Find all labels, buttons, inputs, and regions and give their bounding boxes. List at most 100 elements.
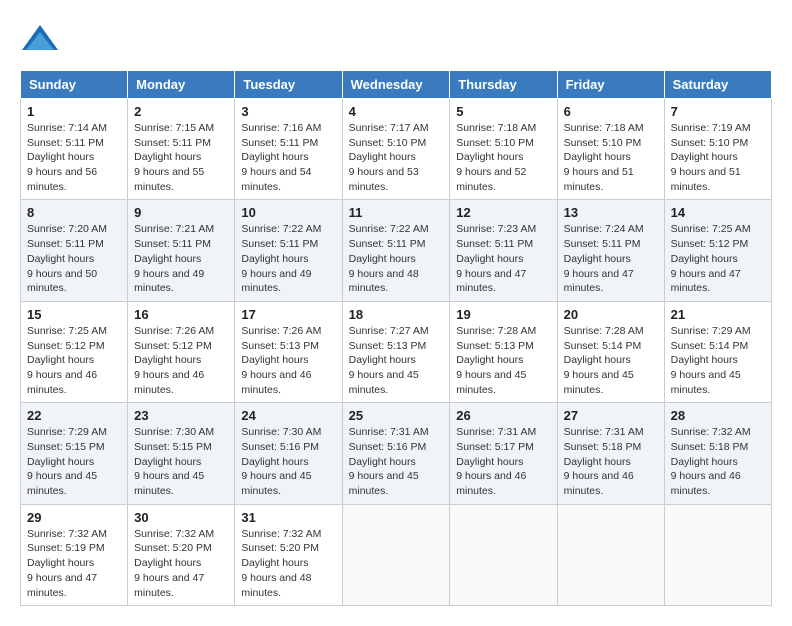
calendar-cell: 7 Sunrise: 7:19 AM Sunset: 5:10 PM Dayli…: [664, 99, 771, 200]
day-info: Sunrise: 7:18 AM Sunset: 5:10 PM Dayligh…: [564, 121, 658, 194]
calendar-cell: 23 Sunrise: 7:30 AM Sunset: 5:15 PM Dayl…: [128, 403, 235, 504]
day-number: 28: [671, 408, 765, 423]
day-info: Sunrise: 7:30 AM Sunset: 5:15 PM Dayligh…: [134, 425, 228, 498]
calendar-cell: 21 Sunrise: 7:29 AM Sunset: 5:14 PM Dayl…: [664, 301, 771, 402]
day-number: 10: [241, 205, 335, 220]
calendar-cell: 16 Sunrise: 7:26 AM Sunset: 5:12 PM Dayl…: [128, 301, 235, 402]
calendar-week-row: 8 Sunrise: 7:20 AM Sunset: 5:11 PM Dayli…: [21, 200, 772, 301]
day-info: Sunrise: 7:32 AM Sunset: 5:19 PM Dayligh…: [27, 527, 121, 600]
weekday-header-tuesday: Tuesday: [235, 71, 342, 99]
day-info: Sunrise: 7:28 AM Sunset: 5:14 PM Dayligh…: [564, 324, 658, 397]
calendar-week-row: 29 Sunrise: 7:32 AM Sunset: 5:19 PM Dayl…: [21, 504, 772, 605]
day-number: 16: [134, 307, 228, 322]
calendar-cell: 12 Sunrise: 7:23 AM Sunset: 5:11 PM Dayl…: [450, 200, 557, 301]
calendar-cell: 24 Sunrise: 7:30 AM Sunset: 5:16 PM Dayl…: [235, 403, 342, 504]
day-number: 24: [241, 408, 335, 423]
calendar-cell: [450, 504, 557, 605]
calendar-cell: 11 Sunrise: 7:22 AM Sunset: 5:11 PM Dayl…: [342, 200, 450, 301]
calendar-cell: 13 Sunrise: 7:24 AM Sunset: 5:11 PM Dayl…: [557, 200, 664, 301]
day-info: Sunrise: 7:19 AM Sunset: 5:10 PM Dayligh…: [671, 121, 765, 194]
calendar-cell: 22 Sunrise: 7:29 AM Sunset: 5:15 PM Dayl…: [21, 403, 128, 504]
calendar-week-row: 1 Sunrise: 7:14 AM Sunset: 5:11 PM Dayli…: [21, 99, 772, 200]
calendar-cell: 10 Sunrise: 7:22 AM Sunset: 5:11 PM Dayl…: [235, 200, 342, 301]
day-number: 8: [27, 205, 121, 220]
day-number: 22: [27, 408, 121, 423]
calendar-cell: 6 Sunrise: 7:18 AM Sunset: 5:10 PM Dayli…: [557, 99, 664, 200]
weekday-header-thursday: Thursday: [450, 71, 557, 99]
calendar-cell: [664, 504, 771, 605]
day-number: 18: [349, 307, 444, 322]
day-info: Sunrise: 7:31 AM Sunset: 5:18 PM Dayligh…: [564, 425, 658, 498]
weekday-header-wednesday: Wednesday: [342, 71, 450, 99]
day-info: Sunrise: 7:29 AM Sunset: 5:14 PM Dayligh…: [671, 324, 765, 397]
calendar-cell: 28 Sunrise: 7:32 AM Sunset: 5:18 PM Dayl…: [664, 403, 771, 504]
day-number: 2: [134, 104, 228, 119]
day-info: Sunrise: 7:22 AM Sunset: 5:11 PM Dayligh…: [349, 222, 444, 295]
calendar-cell: 20 Sunrise: 7:28 AM Sunset: 5:14 PM Dayl…: [557, 301, 664, 402]
calendar-cell: 1 Sunrise: 7:14 AM Sunset: 5:11 PM Dayli…: [21, 99, 128, 200]
day-number: 26: [456, 408, 550, 423]
calendar-cell: 17 Sunrise: 7:26 AM Sunset: 5:13 PM Dayl…: [235, 301, 342, 402]
weekday-header-monday: Monday: [128, 71, 235, 99]
calendar-cell: 3 Sunrise: 7:16 AM Sunset: 5:11 PM Dayli…: [235, 99, 342, 200]
weekday-header-friday: Friday: [557, 71, 664, 99]
calendar-cell: 9 Sunrise: 7:21 AM Sunset: 5:11 PM Dayli…: [128, 200, 235, 301]
day-number: 20: [564, 307, 658, 322]
calendar-week-row: 15 Sunrise: 7:25 AM Sunset: 5:12 PM Dayl…: [21, 301, 772, 402]
calendar-cell: 18 Sunrise: 7:27 AM Sunset: 5:13 PM Dayl…: [342, 301, 450, 402]
day-number: 3: [241, 104, 335, 119]
day-number: 21: [671, 307, 765, 322]
calendar-cell: 25 Sunrise: 7:31 AM Sunset: 5:16 PM Dayl…: [342, 403, 450, 504]
day-info: Sunrise: 7:31 AM Sunset: 5:16 PM Dayligh…: [349, 425, 444, 498]
day-number: 7: [671, 104, 765, 119]
calendar-cell: 14 Sunrise: 7:25 AM Sunset: 5:12 PM Dayl…: [664, 200, 771, 301]
day-info: Sunrise: 7:17 AM Sunset: 5:10 PM Dayligh…: [349, 121, 444, 194]
calendar-cell: 19 Sunrise: 7:28 AM Sunset: 5:13 PM Dayl…: [450, 301, 557, 402]
calendar-cell: 26 Sunrise: 7:31 AM Sunset: 5:17 PM Dayl…: [450, 403, 557, 504]
day-number: 14: [671, 205, 765, 220]
day-number: 19: [456, 307, 550, 322]
day-number: 9: [134, 205, 228, 220]
day-info: Sunrise: 7:32 AM Sunset: 5:18 PM Dayligh…: [671, 425, 765, 498]
day-info: Sunrise: 7:18 AM Sunset: 5:10 PM Dayligh…: [456, 121, 550, 194]
day-number: 31: [241, 510, 335, 525]
day-info: Sunrise: 7:26 AM Sunset: 5:13 PM Dayligh…: [241, 324, 335, 397]
calendar-cell: 29 Sunrise: 7:32 AM Sunset: 5:19 PM Dayl…: [21, 504, 128, 605]
day-number: 5: [456, 104, 550, 119]
day-info: Sunrise: 7:25 AM Sunset: 5:12 PM Dayligh…: [671, 222, 765, 295]
weekday-header-sunday: Sunday: [21, 71, 128, 99]
day-info: Sunrise: 7:22 AM Sunset: 5:11 PM Dayligh…: [241, 222, 335, 295]
page-header: [20, 20, 772, 60]
day-info: Sunrise: 7:23 AM Sunset: 5:11 PM Dayligh…: [456, 222, 550, 295]
day-number: 15: [27, 307, 121, 322]
day-info: Sunrise: 7:26 AM Sunset: 5:12 PM Dayligh…: [134, 324, 228, 397]
day-info: Sunrise: 7:14 AM Sunset: 5:11 PM Dayligh…: [27, 121, 121, 194]
calendar-cell: [342, 504, 450, 605]
day-info: Sunrise: 7:32 AM Sunset: 5:20 PM Dayligh…: [134, 527, 228, 600]
calendar-cell: 31 Sunrise: 7:32 AM Sunset: 5:20 PM Dayl…: [235, 504, 342, 605]
day-number: 27: [564, 408, 658, 423]
day-info: Sunrise: 7:20 AM Sunset: 5:11 PM Dayligh…: [27, 222, 121, 295]
day-info: Sunrise: 7:28 AM Sunset: 5:13 PM Dayligh…: [456, 324, 550, 397]
day-number: 23: [134, 408, 228, 423]
day-number: 4: [349, 104, 444, 119]
day-number: 17: [241, 307, 335, 322]
calendar-cell: 30 Sunrise: 7:32 AM Sunset: 5:20 PM Dayl…: [128, 504, 235, 605]
weekday-header-saturday: Saturday: [664, 71, 771, 99]
day-number: 1: [27, 104, 121, 119]
calendar-cell: 2 Sunrise: 7:15 AM Sunset: 5:11 PM Dayli…: [128, 99, 235, 200]
day-info: Sunrise: 7:32 AM Sunset: 5:20 PM Dayligh…: [241, 527, 335, 600]
calendar-table: SundayMondayTuesdayWednesdayThursdayFrid…: [20, 70, 772, 606]
calendar-cell: 5 Sunrise: 7:18 AM Sunset: 5:10 PM Dayli…: [450, 99, 557, 200]
day-info: Sunrise: 7:21 AM Sunset: 5:11 PM Dayligh…: [134, 222, 228, 295]
logo: [20, 20, 66, 60]
logo-icon: [20, 20, 60, 60]
calendar-cell: 27 Sunrise: 7:31 AM Sunset: 5:18 PM Dayl…: [557, 403, 664, 504]
day-info: Sunrise: 7:27 AM Sunset: 5:13 PM Dayligh…: [349, 324, 444, 397]
calendar-header-row: SundayMondayTuesdayWednesdayThursdayFrid…: [21, 71, 772, 99]
calendar-cell: 8 Sunrise: 7:20 AM Sunset: 5:11 PM Dayli…: [21, 200, 128, 301]
day-number: 12: [456, 205, 550, 220]
day-info: Sunrise: 7:24 AM Sunset: 5:11 PM Dayligh…: [564, 222, 658, 295]
day-number: 13: [564, 205, 658, 220]
calendar-cell: [557, 504, 664, 605]
